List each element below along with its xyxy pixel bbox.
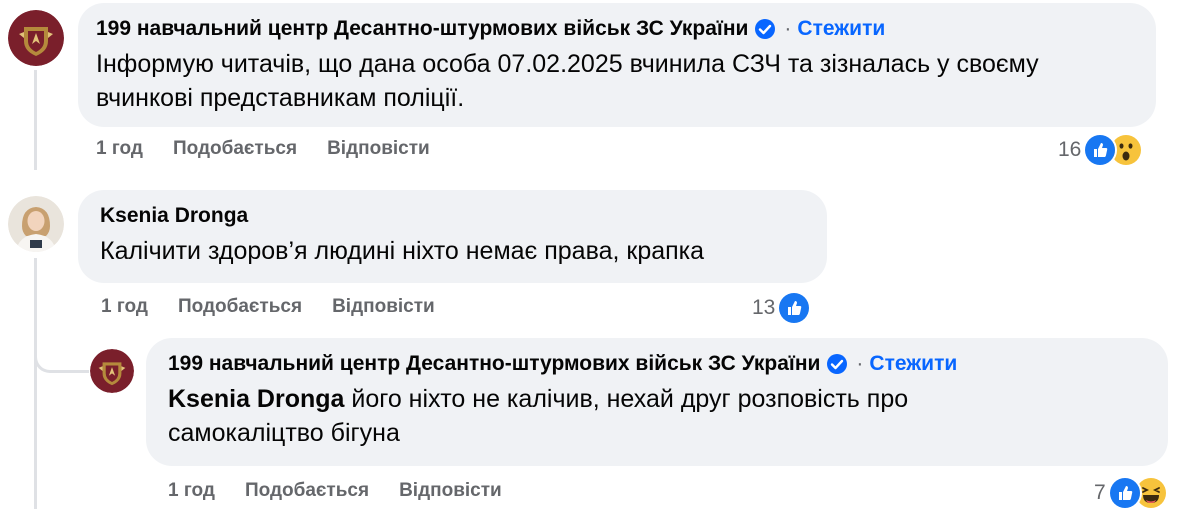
comment-bubble: Ksenia Dronga Калічити здоров’я людині н…	[78, 190, 827, 283]
author-name[interactable]: 199 навчальний центр Десантно-штурмових …	[168, 352, 820, 376]
author-name[interactable]: 199 навчальний центр Десантно-штурмових …	[96, 17, 748, 41]
like-icon	[1083, 133, 1118, 167]
user-photo-icon	[8, 196, 64, 252]
comment-actions: 1 год Подобається Відповісти	[101, 296, 465, 318]
comment-bubble: 199 навчальний центр Десантно-штурмових …	[146, 338, 1168, 466]
reply-button[interactable]: Відповісти	[332, 296, 435, 318]
separator-dot: ·	[784, 17, 792, 40]
follow-button[interactable]: Стежити	[869, 352, 957, 376]
reaction-summary[interactable]: 7	[1094, 476, 1168, 510]
like-icon	[1107, 476, 1142, 510]
verified-badge-icon	[754, 18, 776, 40]
like-button[interactable]: Подобається	[173, 138, 297, 160]
timestamp[interactable]: 1 год	[101, 296, 148, 318]
reply-button[interactable]: Відповісти	[327, 138, 430, 160]
verified-badge-icon	[826, 353, 848, 375]
comment-text: Інформую читачів, що дана особа 07.02.20…	[96, 50, 1039, 112]
comment-actions: 1 год Подобається Відповісти	[96, 138, 460, 160]
thread-line	[34, 70, 37, 170]
reaction-count: 16	[1058, 138, 1082, 161]
unit-emblem-icon	[8, 10, 64, 66]
comment-bubble: 199 навчальний центр Десантно-штурмових …	[78, 3, 1156, 127]
avatar[interactable]	[8, 196, 64, 252]
like-button[interactable]: Подобається	[178, 296, 302, 318]
thread-line	[34, 258, 37, 509]
comment-actions: 1 год Подобається Відповісти	[168, 480, 532, 502]
author-name[interactable]: Ksenia Dronga	[100, 204, 248, 228]
reaction-count: 7	[1094, 481, 1106, 504]
thread-connector	[34, 330, 89, 373]
timestamp[interactable]: 1 год	[168, 480, 215, 502]
avatar[interactable]	[90, 349, 134, 393]
like-icon	[777, 291, 812, 325]
separator-dot: ·	[856, 352, 864, 375]
mention-link[interactable]: Ksenia Dronga	[168, 385, 344, 413]
reaction-count: 13	[752, 296, 776, 319]
unit-emblem-icon	[90, 349, 134, 393]
avatar[interactable]	[8, 10, 64, 66]
like-button[interactable]: Подобається	[245, 480, 369, 502]
follow-button[interactable]: Стежити	[797, 17, 885, 41]
reaction-summary[interactable]: 13	[752, 291, 812, 325]
reaction-summary[interactable]: 16	[1058, 133, 1144, 167]
timestamp[interactable]: 1 год	[96, 138, 143, 160]
comment-text: Ksenia Dronga його ніхто не калічив, нех…	[168, 382, 1068, 450]
reply-button[interactable]: Відповісти	[399, 480, 502, 502]
comment-text: Калічити здоров’я людині ніхто немає пра…	[100, 237, 705, 265]
